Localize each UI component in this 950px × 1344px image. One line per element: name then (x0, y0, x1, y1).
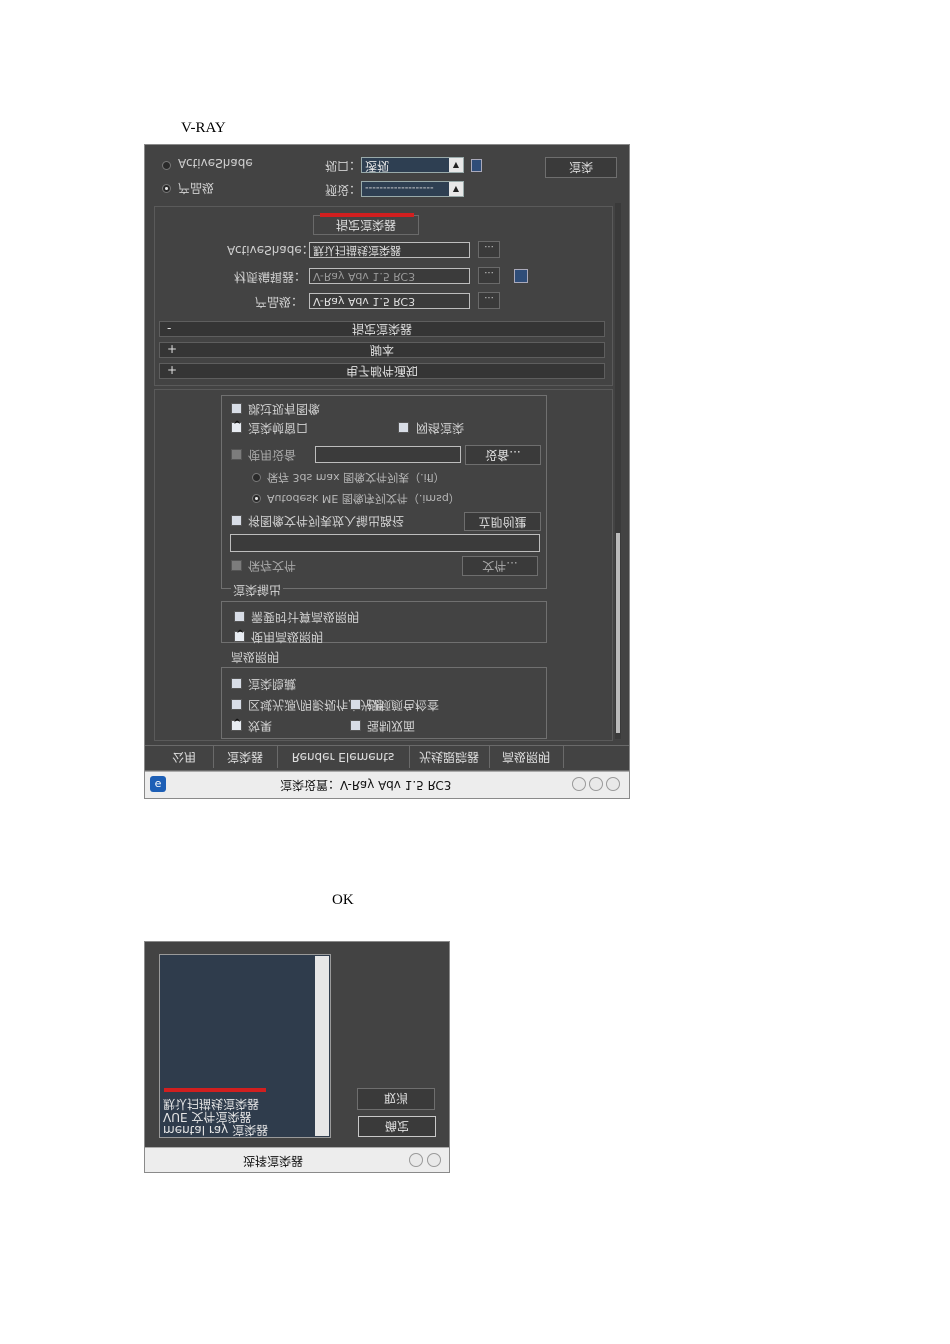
use-adv-lighting-label: 使用高级照明 (251, 630, 324, 644)
use-device-label: 使用设备 (248, 448, 297, 462)
chevron-down-icon: ▲ (449, 182, 463, 196)
compute-adv-lighting-checkbox[interactable] (234, 611, 245, 622)
force-two-sided-label: 强制双面 (367, 719, 416, 733)
video-check-checkbox[interactable] (350, 699, 361, 710)
skip-existing-checkbox[interactable] (231, 403, 242, 414)
viewport-dropdown[interactable]: 透视 ▲ (361, 157, 464, 173)
render-setup-dialog: ActiveShade 产品级 视口： 透视 ▲ 预设： -----------… (144, 144, 630, 799)
preset-dropdown[interactable]: ------------------- ▲ (361, 181, 464, 197)
put-image-list-label: 将图像文件列表放入输出路径 (248, 514, 405, 528)
device-field[interactable] (315, 446, 461, 463)
list-selection-highlight (164, 1088, 266, 1092)
material-editor-pick-button[interactable]: ... (478, 267, 500, 284)
list-item[interactable]: mental ray 渲染器 (163, 1122, 268, 1139)
advanced-lighting-group-label: 高级照明 (231, 650, 280, 664)
renderer-list[interactable]: 默认扫描线渲染器 VUE 文件渲染器 mental ray 渲染器 (159, 954, 331, 1138)
render-button[interactable]: 渲染 (545, 157, 617, 178)
create-now-button[interactable]: 立即创建 (464, 512, 541, 531)
activeshade-renderer-label: ActiveShade： (227, 243, 314, 257)
viewport-label: 视口： (325, 159, 362, 173)
render-frame-window-label: 渲染帧窗口 (248, 421, 309, 435)
activeshade-renderer-field: 默认扫描线渲染器 (309, 242, 470, 258)
force-two-sided-checkbox[interactable] (350, 720, 361, 731)
render-dialog-title: 渲染设置：V-Ray Adv 1.5 RC3 (280, 778, 452, 792)
save-imsq-radio[interactable] (252, 494, 261, 503)
production-radio-label: 产品级 (178, 181, 215, 195)
choose-renderer-dialog: 默认扫描线渲染器 VUE 文件渲染器 mental ray 渲染器 取消 确定 … (144, 941, 450, 1173)
doc-heading: V-RAY (181, 120, 226, 136)
save-file-checkbox[interactable] (231, 560, 242, 571)
tab-bar: 公用 渲染器 Render Elements 光线跟踪器 高级照明 (145, 745, 629, 771)
activeshade-renderer-pick-button[interactable]: ... (478, 241, 500, 258)
assign-renderer-highlight (320, 213, 414, 217)
choose-dialog-title-bar: 选择渲染器 (145, 1147, 449, 1172)
devices-button[interactable]: 设备... (465, 445, 541, 465)
production-renderer-field: V-Ray Adv 1.5 RC3 (309, 293, 470, 309)
chevron-down-icon: ▲ (449, 158, 463, 172)
minimize-icon[interactable] (572, 777, 586, 791)
skip-existing-label: 跳过现有图像 (248, 402, 321, 416)
lock-icon[interactable] (514, 269, 528, 283)
scrollbar[interactable] (615, 203, 621, 739)
maximize-icon[interactable] (589, 777, 603, 791)
tab-raytracer[interactable]: 光线跟踪器 (409, 746, 490, 768)
save-file-label: 保存文件 (248, 559, 297, 573)
preset-label: 预设： (325, 183, 362, 197)
use-device-checkbox[interactable] (231, 449, 242, 460)
output-path-field[interactable] (230, 534, 540, 552)
tab-renderer[interactable]: 渲染器 (213, 746, 278, 768)
close-icon[interactable] (606, 777, 620, 791)
close-icon[interactable] (427, 1153, 441, 1167)
effects-checkbox[interactable] (231, 718, 242, 731)
rollout-scripts[interactable]: + 脚本 (159, 342, 605, 358)
activeshade-radio[interactable] (162, 161, 171, 170)
save-imsq-label: Autodesk ME 图像序列文件（.imsq） (267, 492, 460, 505)
material-editor-label: 材质编辑器： (234, 270, 307, 284)
rollout-assign-renderer[interactable]: - 指定渲染器 (159, 321, 605, 337)
production-radio[interactable] (162, 184, 171, 193)
activeshade-radio-label: ActiveShade (178, 156, 253, 170)
cancel-button[interactable]: 取消 (357, 1088, 435, 1110)
lock-icon[interactable] (471, 159, 482, 172)
material-editor-field: V-Ray Adv 1.5 RC3 (309, 268, 470, 284)
rollout-email-notifications[interactable]: + 电子邮件通知 (159, 363, 605, 379)
use-adv-lighting-checkbox[interactable] (234, 629, 245, 642)
ok-button[interactable]: 确定 (358, 1116, 436, 1137)
save-ifl-radio[interactable] (252, 473, 261, 482)
effects-label: 效果 (248, 719, 273, 733)
list-scrollbar[interactable] (315, 956, 329, 1136)
production-renderer-label: 产品级： (255, 295, 304, 309)
tab-advanced-lighting[interactable]: 高级照明 (489, 746, 564, 768)
put-image-list-checkbox[interactable] (231, 515, 242, 526)
net-render-label: 网络渲染 (416, 421, 465, 435)
app-icon: e (150, 776, 166, 792)
tab-render-elements[interactable]: Render Elements (277, 746, 410, 768)
production-renderer-pick-button[interactable]: ... (478, 292, 500, 309)
files-button[interactable]: 文件... (462, 556, 538, 576)
compute-adv-lighting-label: 需要时计算高级照明 (251, 610, 360, 624)
render-hidden-label: 渲染隐藏 (248, 677, 297, 691)
render-hidden-checkbox[interactable] (231, 678, 242, 689)
render-output-group-label: 渲染输出 (231, 582, 284, 599)
net-render-checkbox[interactable] (398, 422, 409, 433)
area-lights-label: 区域光源/阴影视作点光源 (248, 698, 385, 712)
minimize-icon[interactable] (409, 1153, 423, 1167)
video-check-label: 视频颜色检查 (367, 698, 440, 712)
choose-dialog-title: 选择渲染器 (243, 1154, 304, 1168)
scrollbar-thumb[interactable] (616, 533, 620, 733)
save-ifl-label: 保存 3ds max 图像文件列表（.ifl） (267, 471, 445, 484)
render-dialog-title-bar: e 渲染设置：V-Ray Adv 1.5 RC3 (145, 771, 629, 798)
assign-renderer-title-box: 指定渲染器 (313, 215, 419, 235)
area-lights-checkbox[interactable] (231, 699, 242, 710)
tab-common[interactable]: 公用 (155, 746, 214, 768)
render-frame-window-checkbox[interactable] (231, 420, 242, 433)
doc-ok-caption: OK (332, 892, 354, 908)
